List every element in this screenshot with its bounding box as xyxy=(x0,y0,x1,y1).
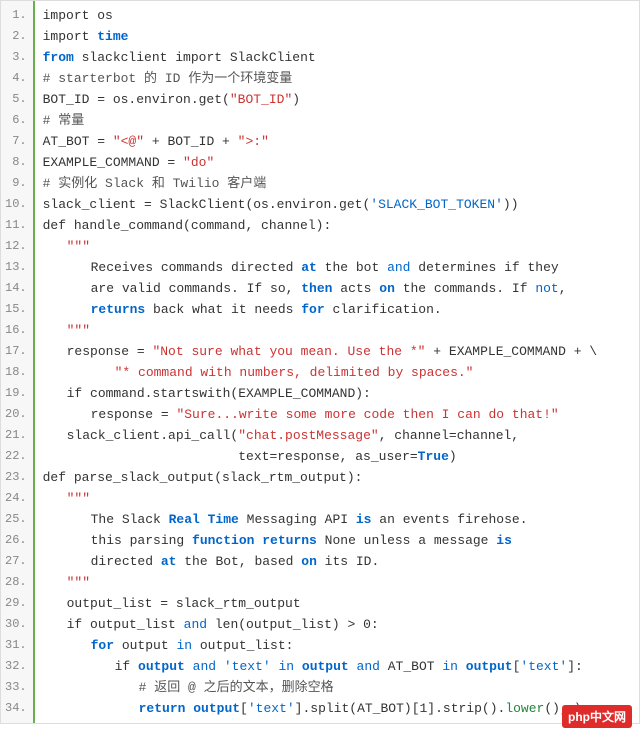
code-line: for output in output_list: xyxy=(43,635,631,656)
line-number: 15. xyxy=(5,299,27,320)
line-number: 24. xyxy=(5,488,27,509)
line-number: 17. xyxy=(5,341,27,362)
line-number: 26. xyxy=(5,530,27,551)
line-number: 12. xyxy=(5,236,27,257)
code-line: if command.startswith(EXAMPLE_COMMAND): xyxy=(43,383,631,404)
code-line: def handle_command(command, channel): xyxy=(43,215,631,236)
code-line: # 常量 xyxy=(43,110,631,131)
line-number: 16. xyxy=(5,320,27,341)
line-number: 28. xyxy=(5,572,27,593)
line-number: 18. xyxy=(5,362,27,383)
line-number: 23. xyxy=(5,467,27,488)
line-number: 14. xyxy=(5,278,27,299)
code-line: The Slack Real Time Messaging API is an … xyxy=(43,509,631,530)
code-line: if output and 'text' in output and AT_BO… xyxy=(43,656,631,677)
code-content: import osimport timefrom slackclient imp… xyxy=(35,1,639,723)
line-number: 33. xyxy=(5,677,27,698)
line-number: 9. xyxy=(5,173,27,194)
line-number: 31. xyxy=(5,635,27,656)
line-number: 13. xyxy=(5,257,27,278)
code-line: response = "Not sure what you mean. Use … xyxy=(43,341,631,362)
code-line: Receives commands directed at the bot an… xyxy=(43,257,631,278)
line-number: 11. xyxy=(5,215,27,236)
line-number: 8. xyxy=(5,152,27,173)
code-line: # 实例化 Slack 和 Twilio 客户端 xyxy=(43,173,631,194)
code-line: """ xyxy=(43,488,631,509)
line-number: 21. xyxy=(5,425,27,446)
code-line: AT_BOT = "<@" + BOT_ID + ">:" xyxy=(43,131,631,152)
code-line: response = "Sure...write some more code … xyxy=(43,404,631,425)
watermark-badge: php中文网 xyxy=(562,705,632,728)
code-line: """ xyxy=(43,236,631,257)
code-line: """ xyxy=(43,320,631,341)
code-line: slack_client.api_call("chat.postMessage"… xyxy=(43,425,631,446)
line-number: 29. xyxy=(5,593,27,614)
line-number: 4. xyxy=(5,68,27,89)
code-line: returns back what it needs for clarifica… xyxy=(43,299,631,320)
code-block: 1.2.3.4.5.6.7.8.9.10.11.12.13.14.15.16.1… xyxy=(0,0,640,724)
code-line: directed at the Bot, based on its ID. xyxy=(43,551,631,572)
line-number: 34. xyxy=(5,698,27,719)
code-line: """ xyxy=(43,572,631,593)
code-line: import time xyxy=(43,26,631,47)
code-line: from slackclient import SlackClient xyxy=(43,47,631,68)
line-number: 20. xyxy=(5,404,27,425)
line-number: 5. xyxy=(5,89,27,110)
code-line: import os xyxy=(43,5,631,26)
line-number: 3. xyxy=(5,47,27,68)
code-line: slack_client = SlackClient(os.environ.ge… xyxy=(43,194,631,215)
line-number: 27. xyxy=(5,551,27,572)
line-number-gutter: 1.2.3.4.5.6.7.8.9.10.11.12.13.14.15.16.1… xyxy=(1,1,35,723)
code-line: output_list = slack_rtm_output xyxy=(43,593,631,614)
line-number: 32. xyxy=(5,656,27,677)
code-line: def parse_slack_output(slack_rtm_output)… xyxy=(43,467,631,488)
code-line: BOT_ID = os.environ.get("BOT_ID") xyxy=(43,89,631,110)
line-number: 30. xyxy=(5,614,27,635)
code-line: if output_list and len(output_list) > 0: xyxy=(43,614,631,635)
code-line: are valid commands. If so, then acts on … xyxy=(43,278,631,299)
code-line: # starterbot 的 ID 作为一个环境变量 xyxy=(43,68,631,89)
code-line: return output['text'].split(AT_BOT)[1].s… xyxy=(43,698,631,719)
code-line: EXAMPLE_COMMAND = "do" xyxy=(43,152,631,173)
line-number: 7. xyxy=(5,131,27,152)
line-number: 19. xyxy=(5,383,27,404)
code-line: text=response, as_user=True) xyxy=(43,446,631,467)
code-line: "* command with numbers, delimited by sp… xyxy=(43,362,631,383)
code-line: this parsing function returns None unles… xyxy=(43,530,631,551)
line-number: 25. xyxy=(5,509,27,530)
code-line: # 返回 @ 之后的文本，删除空格 xyxy=(43,677,631,698)
line-number: 1. xyxy=(5,5,27,26)
line-number: 2. xyxy=(5,26,27,47)
line-number: 22. xyxy=(5,446,27,467)
line-number: 6. xyxy=(5,110,27,131)
line-number: 10. xyxy=(5,194,27,215)
